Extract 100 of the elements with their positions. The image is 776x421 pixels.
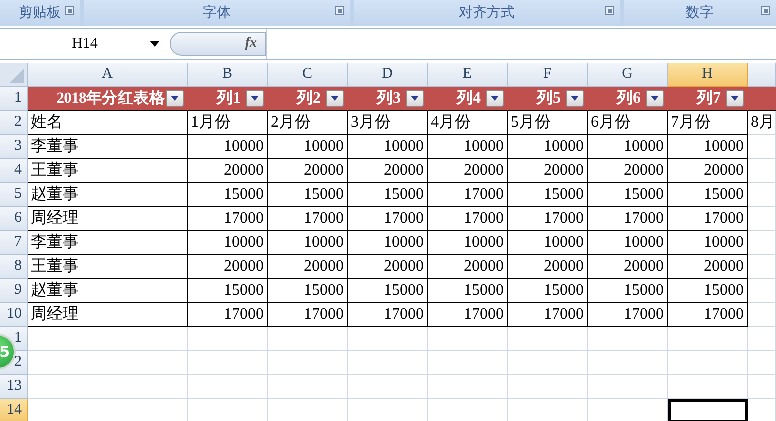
table-cell: 王董事	[28, 159, 188, 183]
row-header[interactable]: 6	[0, 207, 28, 231]
table-cell: 15000	[428, 279, 508, 303]
column-header[interactable]: A	[28, 63, 188, 87]
table-cell: 15000	[348, 183, 428, 207]
table-cell: 20000	[668, 159, 748, 183]
column-header[interactable]: E	[428, 63, 508, 87]
header-cell: 列3	[348, 87, 428, 111]
row-header[interactable]: 2	[0, 111, 28, 135]
row-header[interactable]: 8	[0, 255, 28, 279]
table-cell: 6月份	[588, 111, 668, 135]
table-cell: 10000	[588, 135, 668, 159]
table-cell: 赵董事	[28, 183, 188, 207]
row-header[interactable]: 7	[0, 231, 28, 255]
table-cell: 李董事	[28, 135, 188, 159]
table-cell: 20000	[588, 255, 668, 279]
header-cell: 2018年分红表格	[28, 87, 188, 111]
ribbon-group-label: 剪贴板	[19, 4, 61, 22]
insert-function-button[interactable]: fx	[170, 32, 266, 56]
filter-button[interactable]	[326, 90, 344, 107]
ribbon-group-label: 对齐方式	[459, 4, 515, 22]
header-cell: 列2	[268, 87, 348, 111]
table-cell: 20000	[508, 159, 588, 183]
table-cell: 20000	[268, 255, 348, 279]
ribbon-group-label: 数字	[686, 4, 714, 22]
table-cell: 17000	[188, 303, 268, 327]
table-cell: 15000	[588, 279, 668, 303]
table-cell: 17000	[668, 303, 748, 327]
column-header[interactable]: G	[588, 63, 668, 87]
table-cell: 17000	[508, 207, 588, 231]
table-cell: 10000	[188, 231, 268, 255]
table-cell: 17000	[348, 303, 428, 327]
table-cell: 王董事	[28, 255, 188, 279]
table-cell: 20000	[428, 255, 508, 279]
column-header[interactable]: B	[188, 63, 268, 87]
column-header[interactable]: F	[508, 63, 588, 87]
dialog-launcher-icon[interactable]	[761, 6, 770, 15]
table-cell: 10000	[348, 231, 428, 255]
row-header[interactable]: 4	[0, 159, 28, 183]
table-cell: 17000	[348, 207, 428, 231]
table-cell: 4月份	[428, 111, 508, 135]
table-cell: 1月份	[188, 111, 268, 135]
table-cell: 15000	[588, 183, 668, 207]
ribbon-group-label: 字体	[203, 4, 231, 22]
dropdown-caret-icon[interactable]	[150, 41, 160, 47]
table-cell: 5月份	[508, 111, 588, 135]
row-header[interactable]: 5	[0, 183, 28, 207]
table-cell: 10000	[668, 231, 748, 255]
filter-button[interactable]	[646, 90, 664, 107]
row-header[interactable]: 3	[0, 135, 28, 159]
filter-button[interactable]	[406, 90, 424, 107]
row-header[interactable]: 14	[0, 399, 28, 421]
header-cell	[748, 87, 776, 111]
table-cell: 15000	[508, 279, 588, 303]
table-cell: 3月份	[348, 111, 428, 135]
row-header[interactable]: 13	[0, 375, 28, 399]
table-cell: 周经理	[28, 303, 188, 327]
filter-button[interactable]	[726, 90, 744, 107]
name-box[interactable]: H14	[0, 36, 150, 52]
selected-cell[interactable]	[668, 399, 748, 421]
row-header[interactable]: 1	[0, 87, 28, 111]
column-header[interactable]: D	[348, 63, 428, 87]
table-cell: 17000	[268, 303, 348, 327]
table-cell: 10000	[588, 231, 668, 255]
table-cell: 10000	[508, 135, 588, 159]
column-header[interactable]: H	[668, 63, 748, 87]
row-header[interactable]: 10	[0, 303, 28, 327]
header-cell: 列6	[588, 87, 668, 111]
dialog-launcher-icon[interactable]	[65, 6, 74, 15]
table-cell: 周经理	[28, 207, 188, 231]
table-cell: 赵董事	[28, 279, 188, 303]
caret-icon	[571, 96, 579, 101]
table-cell: 10000	[668, 135, 748, 159]
table-cell: 20000	[188, 255, 268, 279]
filter-button[interactable]	[166, 90, 184, 107]
filter-button[interactable]	[486, 90, 504, 107]
dialog-launcher-icon[interactable]	[605, 6, 614, 15]
table-cell: 20000	[588, 159, 668, 183]
table-cell: 10000	[508, 231, 588, 255]
table-cell: 2月份	[268, 111, 348, 135]
table-cell: 20000	[268, 159, 348, 183]
header-cell: 列4	[428, 87, 508, 111]
filter-button[interactable]	[246, 90, 264, 107]
table-cell: 10000	[428, 135, 508, 159]
table-cell: 20000	[348, 255, 428, 279]
header-cell: 列1	[188, 87, 268, 111]
column-header[interactable]: C	[268, 63, 348, 87]
table-cell: 7月份	[668, 111, 748, 135]
header-cell: 列7	[668, 87, 748, 111]
caret-icon	[411, 96, 419, 101]
dialog-launcher-icon[interactable]	[335, 6, 344, 15]
table-cell: 10000	[268, 135, 348, 159]
table-cell: 20000	[668, 255, 748, 279]
caret-icon	[491, 96, 499, 101]
table-cell: 17000	[428, 303, 508, 327]
header-cell: 列5	[508, 87, 588, 111]
caret-icon	[731, 96, 739, 101]
filter-button[interactable]	[566, 90, 584, 107]
table-cell: 10000	[348, 135, 428, 159]
row-header[interactable]: 9	[0, 279, 28, 303]
